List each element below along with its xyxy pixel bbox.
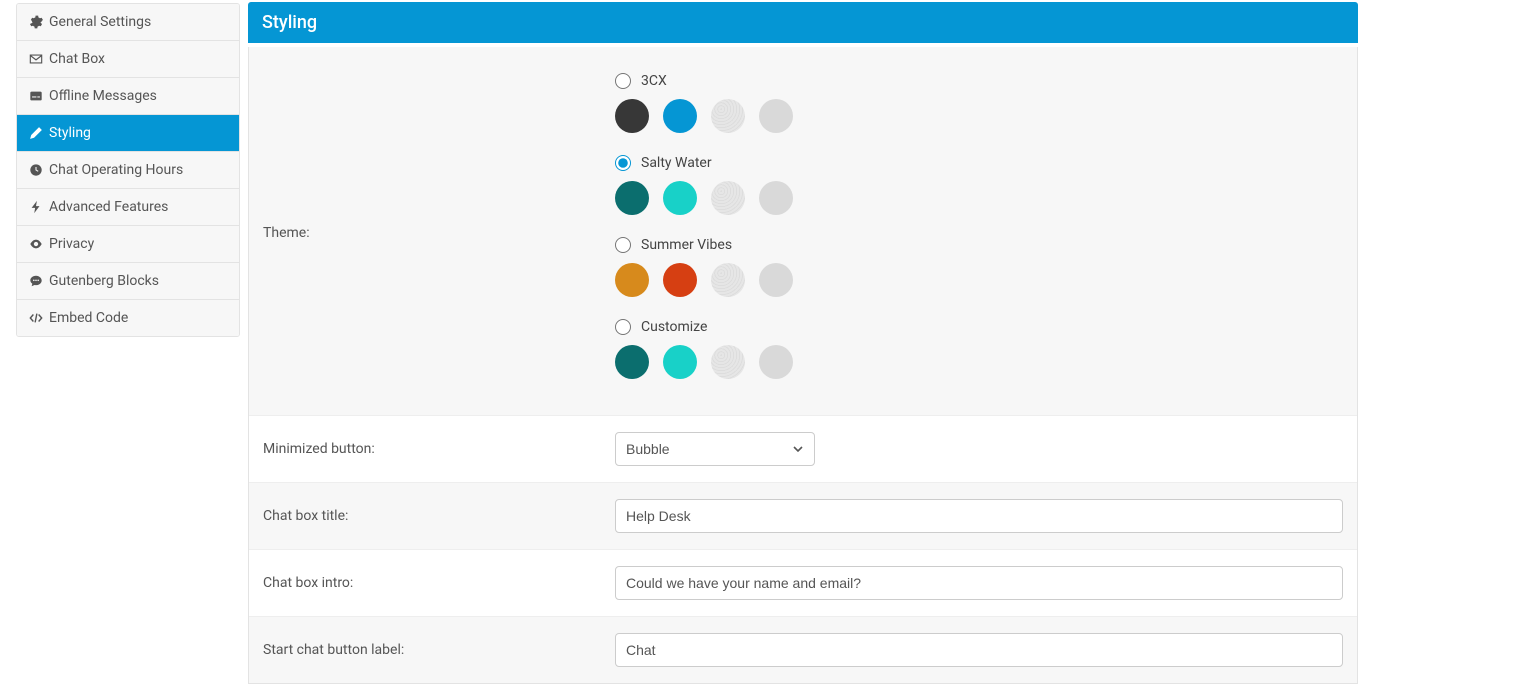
chat-box-intro-label: Chat box intro: — [263, 575, 615, 591]
form-row-minimized-button: Minimized button: Bubble — [249, 415, 1357, 482]
sidebar-item-advanced-features[interactable]: Advanced Features — [17, 189, 239, 226]
subtitles-icon — [29, 89, 43, 103]
color-swatch[interactable] — [663, 181, 697, 215]
form-row-theme: Theme: 3CX — [249, 47, 1357, 415]
color-swatch[interactable] — [615, 99, 649, 133]
swatch-row — [615, 263, 1343, 297]
theme-name: 3CX — [641, 73, 667, 89]
sidebar-item-label: Gutenberg Blocks — [49, 273, 159, 289]
settings-sidebar: General Settings Chat Box Offline Messag… — [16, 3, 240, 337]
swatch-row — [615, 181, 1343, 215]
color-swatch[interactable] — [759, 181, 793, 215]
form-row-chat-box-title: Chat box title: — [249, 482, 1357, 549]
sidebar-item-label: Styling — [49, 125, 91, 141]
theme-name: Customize — [641, 319, 707, 335]
sidebar-item-privacy[interactable]: Privacy — [17, 226, 239, 263]
eye-icon — [29, 237, 43, 251]
sidebar-item-offline-messages[interactable]: Offline Messages — [17, 78, 239, 115]
theme-radio-summer-vibes[interactable] — [615, 237, 631, 253]
sidebar-item-label: Privacy — [49, 236, 94, 252]
clock-icon — [29, 163, 43, 177]
sidebar-item-chat-operating-hours[interactable]: Chat Operating Hours — [17, 152, 239, 189]
code-icon — [29, 311, 43, 325]
start-chat-button-label: Start chat button label: — [263, 642, 615, 658]
sidebar-item-chat-box[interactable]: Chat Box — [17, 41, 239, 78]
swatch-row — [615, 345, 1343, 379]
color-swatch[interactable] — [759, 263, 793, 297]
sidebar-item-general-settings[interactable]: General Settings — [17, 4, 239, 41]
sidebar-item-label: Embed Code — [49, 310, 128, 326]
sidebar-item-label: General Settings — [49, 14, 151, 30]
theme-option-summer-vibes[interactable]: Summer Vibes — [615, 237, 1343, 297]
form-row-start-chat-button-label: Start chat button label: — [249, 616, 1357, 683]
chat-box-title-input[interactable] — [615, 499, 1343, 533]
sidebar-item-label: Chat Operating Hours — [49, 162, 183, 178]
color-swatch[interactable] — [615, 263, 649, 297]
theme-label: Theme: — [263, 73, 615, 241]
color-swatch[interactable] — [711, 181, 745, 215]
color-swatch[interactable] — [663, 345, 697, 379]
main-panel: Styling Theme: 3CX — [248, 2, 1358, 684]
theme-radio-customize[interactable] — [615, 319, 631, 335]
color-swatch[interactable] — [615, 181, 649, 215]
chat-box-intro-input[interactable] — [615, 566, 1343, 600]
color-swatch[interactable] — [663, 99, 697, 133]
mail-icon — [29, 52, 43, 66]
color-swatch[interactable] — [615, 345, 649, 379]
bolt-icon — [29, 200, 43, 214]
theme-option-customize[interactable]: Customize — [615, 319, 1343, 379]
sidebar-item-embed-code[interactable]: Embed Code — [17, 300, 239, 336]
theme-name: Summer Vibes — [641, 237, 732, 253]
minimized-button-label: Minimized button: — [263, 441, 615, 457]
chat-box-title-label: Chat box title: — [263, 508, 615, 524]
theme-options: 3CX Salty Water — [615, 73, 1343, 379]
color-swatch[interactable] — [759, 345, 793, 379]
color-swatch[interactable] — [759, 99, 793, 133]
color-swatch[interactable] — [711, 263, 745, 297]
sidebar-item-gutenberg-blocks[interactable]: Gutenberg Blocks — [17, 263, 239, 300]
theme-name: Salty Water — [641, 155, 712, 171]
sidebar-item-label: Advanced Features — [49, 199, 168, 215]
theme-option-salty-water[interactable]: Salty Water — [615, 155, 1343, 215]
pencil-icon — [29, 126, 43, 140]
start-chat-button-input[interactable] — [615, 633, 1343, 667]
color-swatch[interactable] — [711, 345, 745, 379]
sidebar-item-styling[interactable]: Styling — [17, 115, 239, 152]
theme-radio-salty-water[interactable] — [615, 155, 631, 171]
panel-title: Styling — [262, 12, 317, 33]
panel-body: Theme: 3CX — [248, 47, 1358, 684]
panel-header: Styling — [248, 2, 1358, 43]
gear-icon — [29, 15, 43, 29]
sidebar-item-label: Chat Box — [49, 51, 105, 67]
chat-icon — [29, 274, 43, 288]
theme-radio-3cx[interactable] — [615, 73, 631, 89]
minimized-button-select[interactable]: Bubble — [615, 432, 815, 466]
form-row-chat-box-intro: Chat box intro: — [249, 549, 1357, 616]
sidebar-item-label: Offline Messages — [49, 88, 157, 104]
theme-option-3cx[interactable]: 3CX — [615, 73, 1343, 133]
color-swatch[interactable] — [711, 99, 745, 133]
swatch-row — [615, 99, 1343, 133]
color-swatch[interactable] — [663, 263, 697, 297]
